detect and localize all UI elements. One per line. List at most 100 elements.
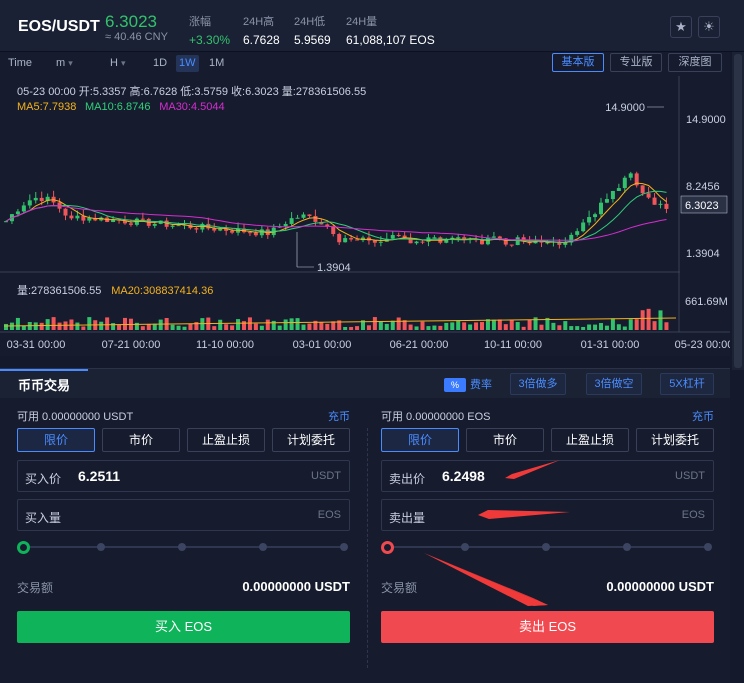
candle xyxy=(247,232,252,234)
sell-button[interactable]: 卖出 EOS xyxy=(381,611,714,643)
volume-bar xyxy=(188,323,193,330)
view-basic-button[interactable]: 基本版 xyxy=(552,53,604,72)
sell-order-limit[interactable]: 限价 xyxy=(381,428,459,452)
sell-price-value[interactable]: 6.2498 xyxy=(442,468,485,484)
volume-bar xyxy=(349,326,354,330)
percent-icon: % xyxy=(444,378,466,393)
buy-available: 可用 0.00000000 USDT xyxy=(17,411,134,423)
sun-icon[interactable]: ☀ xyxy=(698,16,720,38)
sell-amount-label: 交易额 xyxy=(381,581,418,595)
sell-qty-field[interactable]: 卖出量 EOS xyxy=(381,499,714,531)
timeframe-1d[interactable]: 1D xyxy=(150,55,170,72)
candle xyxy=(378,241,383,243)
field-unit: EOS xyxy=(317,509,341,521)
buy-order-limit[interactable]: 限价 xyxy=(17,428,95,452)
volume-bar xyxy=(39,322,44,330)
star-icon[interactable]: ★ xyxy=(670,16,692,38)
buy-price-field[interactable]: 买入价 6.2511 USDT xyxy=(17,460,350,492)
price-axis-label: 1.3904 xyxy=(686,248,720,260)
sell-price-field[interactable]: 卖出价 6.2498 USDT xyxy=(381,460,714,492)
x-axis-label: 11-10 00:00 xyxy=(196,339,254,351)
volume-bar xyxy=(242,321,246,330)
min-marker-label: 1.3904 xyxy=(317,262,351,274)
ohlc-info: 05-23 00:00 开:5.3357 高:6.7628 低:3.5759 收… xyxy=(17,84,366,98)
volume-bar xyxy=(664,322,669,330)
slider-step[interactable] xyxy=(461,543,469,551)
slider-step[interactable] xyxy=(97,543,105,551)
buy-order-stop[interactable]: 止盈止损 xyxy=(187,428,265,452)
timeframe-label: H xyxy=(110,57,118,69)
page-scrollbar[interactable] xyxy=(732,52,744,370)
scrollbar-thumb[interactable] xyxy=(734,54,742,368)
timeframe-hour[interactable]: H ▾ xyxy=(107,55,129,72)
volume-bar xyxy=(301,324,306,330)
x-axis-label: 07-21 00:00 xyxy=(102,339,161,351)
tab-spot-trading[interactable]: 币币交易 xyxy=(0,369,88,399)
view-depth-button[interactable]: 深度图 xyxy=(668,53,722,72)
volume-bar xyxy=(224,324,229,330)
buy-amount-slider[interactable] xyxy=(17,540,350,554)
volume-bar xyxy=(21,325,26,330)
leverage-5x-button[interactable]: 5X杠杆 xyxy=(660,373,714,395)
price-axis-label: 14.9000 xyxy=(686,114,726,126)
volume-bar xyxy=(123,317,127,330)
volume-bar xyxy=(236,319,241,330)
buy-order-plan[interactable]: 计划委托 xyxy=(272,428,350,452)
volume-bar xyxy=(509,319,514,330)
candle xyxy=(212,228,217,231)
slider-step[interactable] xyxy=(340,543,348,551)
timeframe-minute[interactable]: m ▾ xyxy=(53,55,76,72)
pair-title[interactable]: EOS/USDT xyxy=(18,18,100,36)
volume-bar xyxy=(485,319,490,330)
buy-qty-field[interactable]: 买入量 EOS xyxy=(17,499,350,531)
slider-step[interactable] xyxy=(542,543,550,551)
volume-bar xyxy=(146,324,151,330)
sell-deposit-link[interactable]: 充币 xyxy=(692,408,714,424)
candlestick-chart[interactable]: 05-23 00:00 开:5.3357 高:6.7628 低:3.5759 收… xyxy=(0,76,730,356)
slider-step[interactable] xyxy=(704,543,712,551)
stat-high: 24H高 6.7628 xyxy=(243,13,280,47)
volume-bar xyxy=(408,324,413,330)
candle xyxy=(390,235,395,239)
leverage-long-button[interactable]: 3倍做多 xyxy=(510,373,566,395)
candle xyxy=(372,240,377,243)
sell-order-stop[interactable]: 止盈止损 xyxy=(551,428,629,452)
field-label: 买入量 xyxy=(25,511,62,525)
candle xyxy=(140,218,145,220)
volume-bar xyxy=(170,324,175,330)
timeframe-1m[interactable]: 1M xyxy=(206,55,227,72)
fee-rate-link[interactable]: % 费率 xyxy=(444,376,492,393)
buy-button[interactable]: 买入 EOS xyxy=(17,611,350,643)
timeframe-time[interactable]: Time xyxy=(5,55,35,72)
candle xyxy=(194,228,199,230)
buy-order-market[interactable]: 市价 xyxy=(102,428,180,452)
volume-bar xyxy=(283,319,288,330)
slider-knob[interactable] xyxy=(17,541,30,554)
volume-bar xyxy=(366,325,371,330)
view-pro-button[interactable]: 专业版 xyxy=(610,53,662,72)
field-unit: USDT xyxy=(311,470,341,482)
volume-bar xyxy=(117,324,122,330)
volume-bar xyxy=(527,319,532,330)
volume-bar xyxy=(599,323,603,330)
sell-order-plan[interactable]: 计划委托 xyxy=(636,428,714,452)
volume-axis-label: 661.69M xyxy=(685,296,728,308)
candle xyxy=(616,188,621,191)
candle xyxy=(176,225,181,227)
buy-deposit-link[interactable]: 充币 xyxy=(328,408,350,424)
candle xyxy=(313,216,318,222)
stat-change: 涨幅 +3.30% xyxy=(189,13,230,47)
volume-bar xyxy=(295,318,300,330)
slider-step[interactable] xyxy=(178,543,186,551)
sell-amount-slider[interactable] xyxy=(381,540,714,554)
slider-knob[interactable] xyxy=(381,541,394,554)
sell-order-market[interactable]: 市价 xyxy=(466,428,544,452)
slider-step[interactable] xyxy=(259,543,267,551)
leverage-short-button[interactable]: 3倍做空 xyxy=(586,373,642,395)
candle xyxy=(444,239,449,243)
slider-step[interactable] xyxy=(623,543,631,551)
volume-bar xyxy=(378,321,383,330)
timeframe-1w[interactable]: 1W xyxy=(176,55,199,72)
volume-bar xyxy=(593,324,598,330)
buy-price-value[interactable]: 6.2511 xyxy=(78,468,120,484)
